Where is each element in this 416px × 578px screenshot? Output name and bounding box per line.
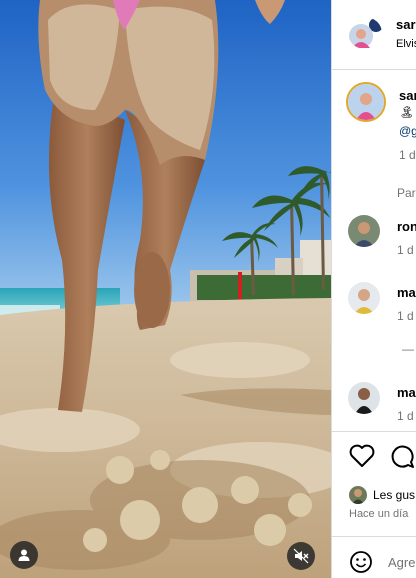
person-icon <box>18 549 30 561</box>
author-subtitle[interactable]: Elvis <box>396 38 416 50</box>
comment-time: 1 d <box>397 243 414 257</box>
caption-mention[interactable]: @g <box>399 124 416 138</box>
comment-box-divider <box>332 536 416 537</box>
comment-username[interactable]: ma <box>397 285 416 300</box>
tag-button[interactable] <box>10 541 38 569</box>
comment-time: 1 d <box>397 409 414 423</box>
speech-bubble-icon[interactable] <box>389 443 415 469</box>
caption-avatar[interactable] <box>346 82 386 122</box>
actions-divider <box>332 431 416 432</box>
beach-video-frame <box>0 0 331 578</box>
author-avatar[interactable] <box>348 17 382 49</box>
post-time: Hace un día <box>349 508 409 520</box>
likes-summary[interactable]: Les gus <box>373 488 415 502</box>
mute-button[interactable] <box>287 542 315 570</box>
comment-input[interactable]: Agre <box>388 555 415 570</box>
liker-avatar[interactable] <box>349 486 367 504</box>
post-video[interactable] <box>0 0 331 578</box>
post-side-panel: sari Elvis sari 🏝 @g 1 d Par ron 1 d ma … <box>331 0 416 578</box>
see-translation-link[interactable]: Par <box>397 186 416 200</box>
author-username[interactable]: sari <box>396 17 416 32</box>
caption-emoji: 🏝 <box>399 105 415 119</box>
comment-time: 1 d <box>397 309 414 323</box>
heart-icon[interactable] <box>349 444 375 468</box>
speaker-muted-icon <box>293 548 309 564</box>
caption-username[interactable]: sari <box>399 88 416 103</box>
comment-avatar[interactable] <box>348 215 380 247</box>
smiley-icon[interactable] <box>349 550 373 574</box>
comment-avatar[interactable] <box>348 282 380 314</box>
caption-time: 1 d <box>399 148 416 162</box>
view-replies-divider[interactable]: — <box>402 342 414 356</box>
comment-username[interactable]: ma <box>397 385 416 400</box>
comment-username[interactable]: ron <box>397 219 416 234</box>
header-divider <box>332 69 416 70</box>
instagram-post-viewer: sari Elvis sari 🏝 @g 1 d Par ron 1 d ma … <box>0 0 416 578</box>
comment-avatar[interactable] <box>348 382 380 414</box>
